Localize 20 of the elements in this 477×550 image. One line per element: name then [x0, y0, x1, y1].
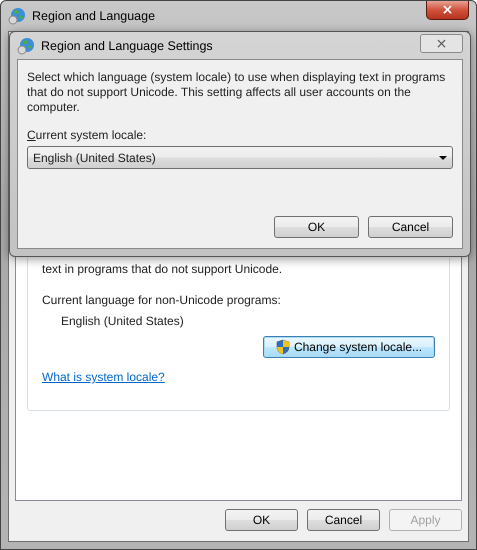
help-link[interactable]: What is system locale? [42, 370, 165, 384]
window-title: Region and Language [32, 9, 156, 23]
locale-dropdown[interactable]: English (United States) [27, 146, 453, 169]
description-text: Select which language (system locale) to use when displaying text in programs that do not support Unicode. This setting affects all user accounts on the computer. [27, 70, 446, 115]
description-text: text in programs that do not support Unicode. [42, 262, 284, 277]
dialog-button[interactable]: Cancel [307, 509, 380, 531]
dialog-title: Region and Language Settings [41, 38, 213, 52]
locale-label: Current system locale: [27, 128, 148, 143]
close-button[interactable]: × [426, 1, 469, 20]
current-language-value: English (United States) [61, 314, 185, 329]
current-language-label: Current language for non-Unicode programs: [42, 293, 282, 308]
globe-icon [17, 36, 35, 54]
dialog-button[interactable]: Cancel [368, 216, 453, 238]
caret-icon [439, 156, 447, 160]
dialog-button[interactable]: OK [225, 509, 298, 531]
shield-icon [276, 339, 290, 355]
close-button[interactable]: × [420, 34, 463, 53]
dialog-button[interactable]: OK [274, 216, 359, 238]
globe-icon [8, 7, 26, 25]
change-system-locale-button[interactable]: Change system locale... [263, 336, 435, 358]
